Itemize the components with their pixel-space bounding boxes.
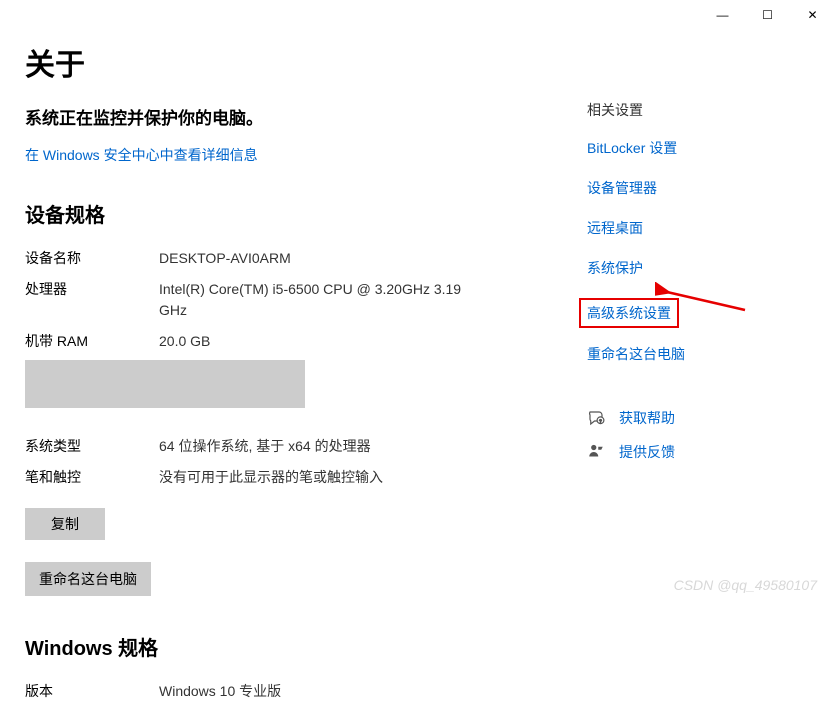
security-center-link[interactable]: 在 Windows 安全中心中查看详细信息 xyxy=(25,145,258,165)
minimize-button[interactable]: — xyxy=(700,0,745,30)
get-help-link[interactable]: 获取帮助 xyxy=(619,408,675,428)
spec-row-pen-touch: 笔和触控 没有可用于此显示器的笔或触控输入 xyxy=(25,467,545,488)
advanced-system-settings-highlight: 高级系统设置 xyxy=(579,298,679,328)
related-settings-heading: 相关设置 xyxy=(587,100,767,120)
device-name-value: DESKTOP-AVI0ARM xyxy=(159,248,291,269)
chat-help-icon: ? xyxy=(587,409,605,427)
page-title: 关于 xyxy=(25,40,545,84)
get-help-row[interactable]: ? 获取帮助 xyxy=(587,408,767,428)
protection-status: 系统正在监控并保护你的电脑。 xyxy=(25,104,545,129)
system-type-label: 系统类型 xyxy=(25,436,159,457)
window-controls: — ☐ ✕ xyxy=(700,0,835,30)
feedback-link[interactable]: 提供反馈 xyxy=(619,442,675,462)
copy-button[interactable]: 复制 xyxy=(25,508,105,540)
device-specs-heading: 设备规格 xyxy=(25,199,545,228)
spec-row-device-name: 设备名称 DESKTOP-AVI0ARM xyxy=(25,248,545,269)
feedback-row[interactable]: 提供反馈 xyxy=(587,442,767,462)
feedback-icon xyxy=(587,443,605,461)
rename-pc-button[interactable]: 重命名这台电脑 xyxy=(25,562,151,596)
remote-desktop-link[interactable]: 远程桌面 xyxy=(587,218,767,238)
device-name-label: 设备名称 xyxy=(25,248,159,269)
windows-specs-section: Windows 规格 版本 Windows 10 专业版 xyxy=(25,632,545,702)
main-content: 关于 系统正在监控并保护你的电脑。 在 Windows 安全中心中查看详细信息 … xyxy=(25,40,545,712)
bitlocker-link[interactable]: BitLocker 设置 xyxy=(587,138,767,158)
ram-value: 20.0 GB xyxy=(159,331,210,352)
spec-row-ram: 机带 RAM 20.0 GB xyxy=(25,331,545,352)
pen-touch-value: 没有可用于此显示器的笔或触控输入 xyxy=(159,467,383,488)
related-settings-sidebar: 相关设置 BitLocker 设置 设备管理器 远程桌面 系统保护 高级系统设置… xyxy=(587,100,767,476)
maximize-button[interactable]: ☐ xyxy=(745,0,790,30)
pen-touch-label: 笔和触控 xyxy=(25,467,159,488)
windows-specs-heading: Windows 规格 xyxy=(25,632,545,661)
rename-pc-link[interactable]: 重命名这台电脑 xyxy=(587,344,767,364)
spec-row-system-type: 系统类型 64 位操作系统, 基于 x64 的处理器 xyxy=(25,436,545,457)
system-protection-link[interactable]: 系统保护 xyxy=(587,258,767,278)
spec-row-edition: 版本 Windows 10 专业版 xyxy=(25,681,545,702)
spec-row-processor: 处理器 Intel(R) Core(TM) i5-6500 CPU @ 3.20… xyxy=(25,279,545,321)
ram-label: 机带 RAM xyxy=(25,331,159,352)
processor-value: Intel(R) Core(TM) i5-6500 CPU @ 3.20GHz … xyxy=(159,279,479,321)
help-section: ? 获取帮助 提供反馈 xyxy=(587,408,767,462)
spec-row-device-id: 设备 ID xyxy=(25,362,545,383)
edition-value: Windows 10 专业版 xyxy=(159,681,281,702)
device-id-redacted xyxy=(25,360,305,408)
close-button[interactable]: ✕ xyxy=(790,0,835,30)
device-manager-link[interactable]: 设备管理器 xyxy=(587,178,767,198)
edition-label: 版本 xyxy=(25,681,159,702)
advanced-system-settings-link[interactable]: 高级系统设置 xyxy=(587,303,671,323)
system-type-value: 64 位操作系统, 基于 x64 的处理器 xyxy=(159,436,371,457)
watermark: CSDN @qq_49580107 xyxy=(674,577,817,593)
processor-label: 处理器 xyxy=(25,279,159,321)
